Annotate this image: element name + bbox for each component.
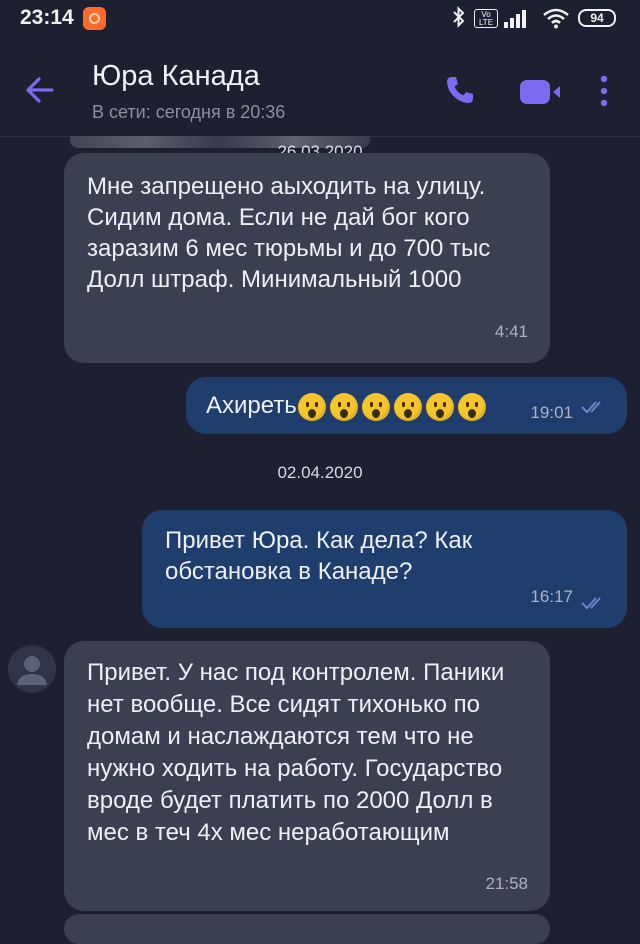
status-bar: 23:14 Vo LTE 94 <box>0 0 640 38</box>
notification-icon <box>83 7 106 30</box>
signal-icon <box>504 10 526 28</box>
message-time: 21:58 <box>485 874 528 893</box>
message-time: 16:17 <box>530 587 573 606</box>
contact-name[interactable]: Юра Канада <box>92 60 260 93</box>
battery-icon: 94 <box>578 9 616 27</box>
message-text: Привет Юра. Как дела? Как обстановка в К… <box>165 527 473 585</box>
incoming-message-partial[interactable] <box>64 914 550 944</box>
bluetooth-icon <box>452 6 466 34</box>
message-text: Ахиреть <box>206 392 297 419</box>
chat-header: Юра Канада В сети: сегодня в 20:36 <box>0 38 640 137</box>
hushed-face-emoji-icon <box>361 392 390 421</box>
more-options-icon[interactable] <box>597 74 611 108</box>
wifi-icon <box>543 8 569 29</box>
emoji-group <box>297 392 489 421</box>
volte-icon: Vo LTE <box>474 9 498 28</box>
read-check-icon <box>581 401 601 414</box>
status-time: 23:14 <box>20 6 74 29</box>
outgoing-message[interactable]: Привет Юра. Как дела? Как обстановка в К… <box>142 510 627 628</box>
hushed-face-emoji-icon <box>297 392 326 421</box>
default-avatar-icon <box>17 656 47 685</box>
hushed-face-emoji-icon <box>393 392 422 421</box>
incoming-message[interactable]: Мне запрещено аыходить на улицу. Сидим д… <box>64 153 550 363</box>
message-text: Мне запрещено аыходить на улицу. Сидим д… <box>87 173 491 293</box>
message-time: 4:41 <box>494 322 528 341</box>
status-icons: Vo LTE 94 <box>416 6 616 30</box>
contact-avatar[interactable] <box>8 645 56 693</box>
message-text: Привет. У нас под контролем. Паники нет … <box>87 659 505 846</box>
hushed-face-emoji-icon <box>329 392 358 421</box>
message-time: 19:01 <box>530 403 573 422</box>
phone-call-icon[interactable] <box>444 74 476 106</box>
incoming-message[interactable]: Привет. У нас под контролем. Паники нет … <box>64 641 550 911</box>
video-call-icon[interactable] <box>518 78 562 106</box>
hushed-face-emoji-icon <box>425 392 454 421</box>
back-arrow-icon[interactable] <box>22 72 58 108</box>
outgoing-message[interactable]: Ахиреть 19:01 <box>186 377 627 434</box>
date-separator: 02.04.2020 <box>277 463 363 482</box>
contact-status: В сети: сегодня в 20:36 <box>92 102 286 122</box>
read-check-icon <box>581 597 601 610</box>
hushed-face-emoji-icon <box>457 392 486 421</box>
